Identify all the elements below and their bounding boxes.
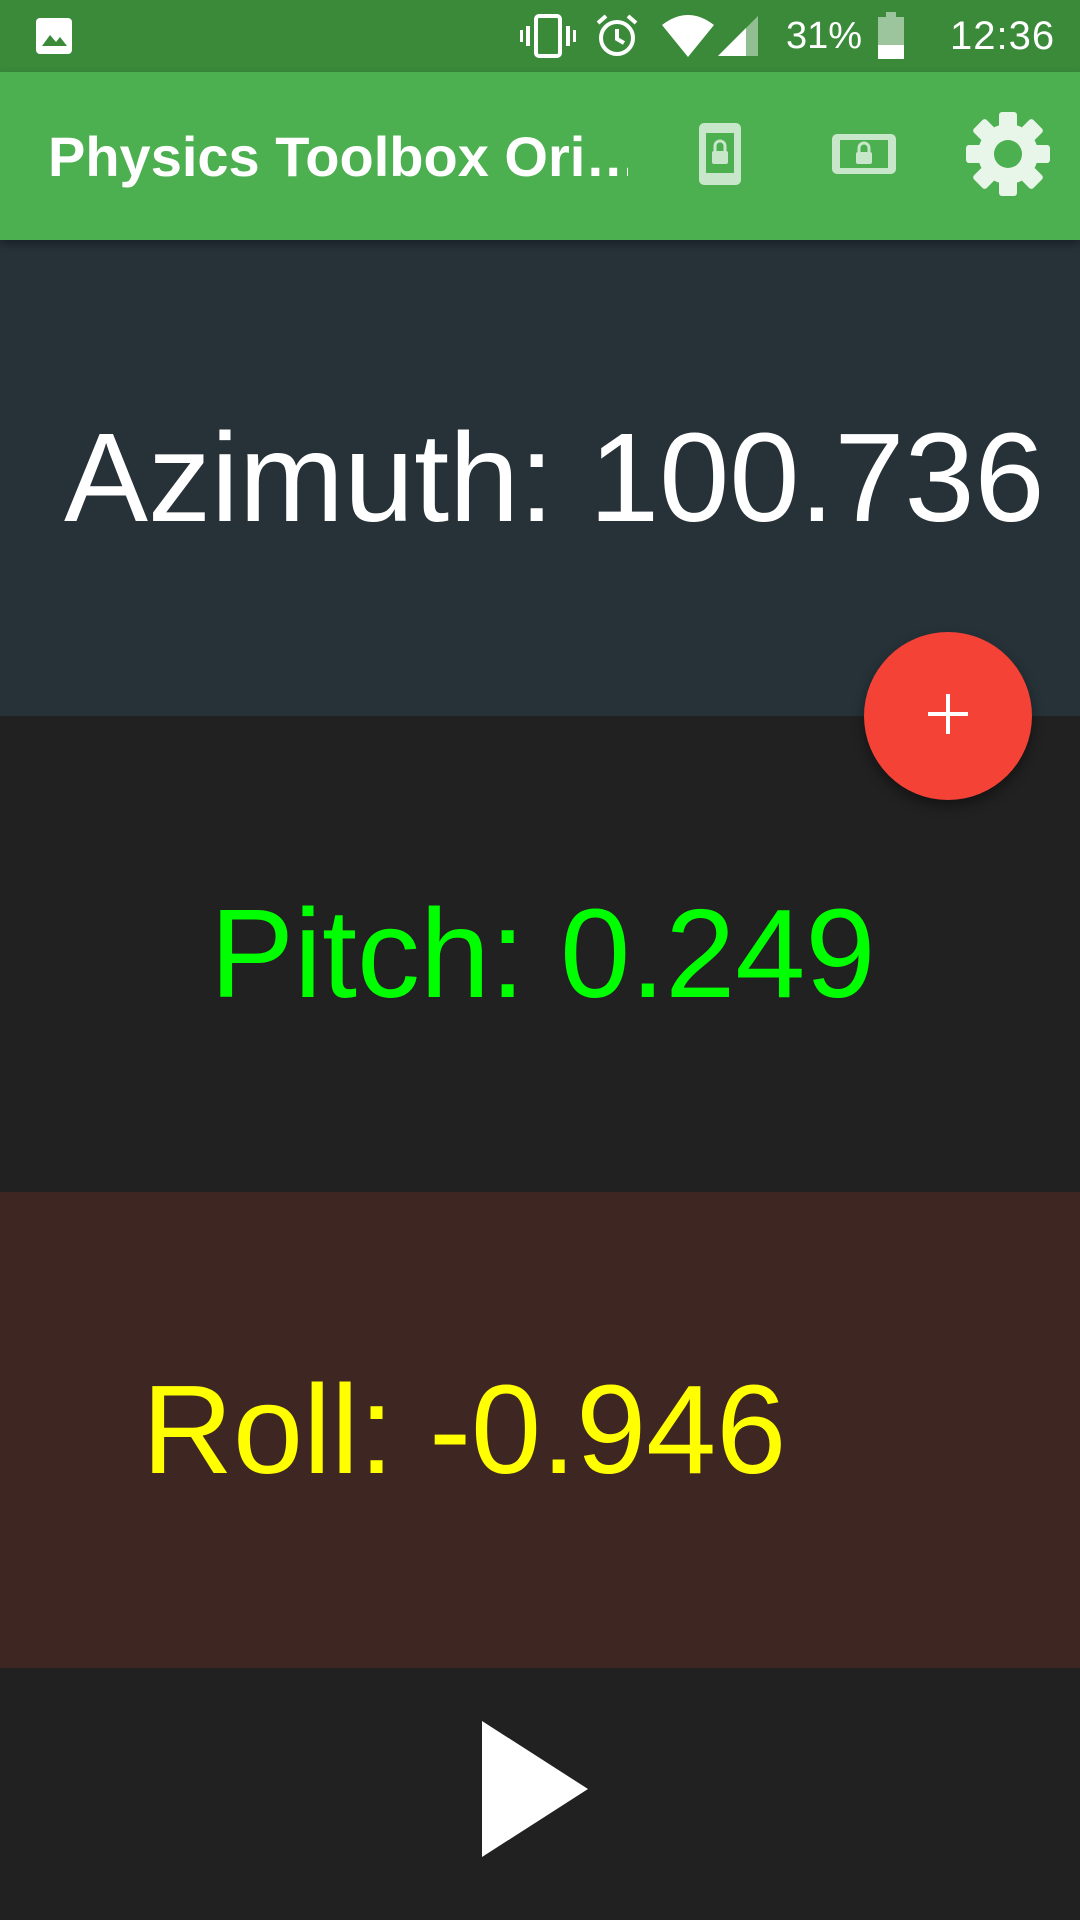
play-button[interactable] xyxy=(470,1716,600,1866)
portrait-lock-icon xyxy=(697,121,743,192)
plus-icon xyxy=(926,692,970,741)
settings-gear-icon xyxy=(964,110,1052,203)
settings-button[interactable] xyxy=(956,72,1060,240)
play-icon xyxy=(480,1720,590,1862)
battery-icon xyxy=(876,0,906,72)
app-bar: Physics Toolbox Ori… xyxy=(0,72,1080,240)
portrait-lock-button[interactable] xyxy=(672,72,768,240)
pitch-reading: Pitch: 0.249 xyxy=(210,883,876,1024)
azimuth-reading: Azimuth: 100.736 xyxy=(64,407,1045,548)
add-fab-button[interactable] xyxy=(864,632,1032,800)
status-time: 12:36 xyxy=(950,13,1056,58)
app-title: Physics Toolbox Ori… xyxy=(48,124,628,188)
vibrate-icon xyxy=(520,0,576,72)
gallery-icon xyxy=(34,0,74,72)
roll-reading: Roll: -0.946 xyxy=(142,1359,787,1500)
wifi-icon xyxy=(660,0,716,72)
app-screen: 31% 12:36 Physics Toolbox Ori… Azimuth: … xyxy=(0,0,1080,1920)
alarm-icon xyxy=(594,0,640,72)
status-bar: 31% 12:36 xyxy=(0,0,1080,72)
landscape-lock-button[interactable] xyxy=(816,72,912,240)
battery-percent: 31% xyxy=(786,14,863,57)
cell-signal-icon xyxy=(716,0,760,72)
roll-panel: Roll: -0.946 xyxy=(0,1192,1080,1668)
landscape-lock-icon xyxy=(830,132,898,181)
